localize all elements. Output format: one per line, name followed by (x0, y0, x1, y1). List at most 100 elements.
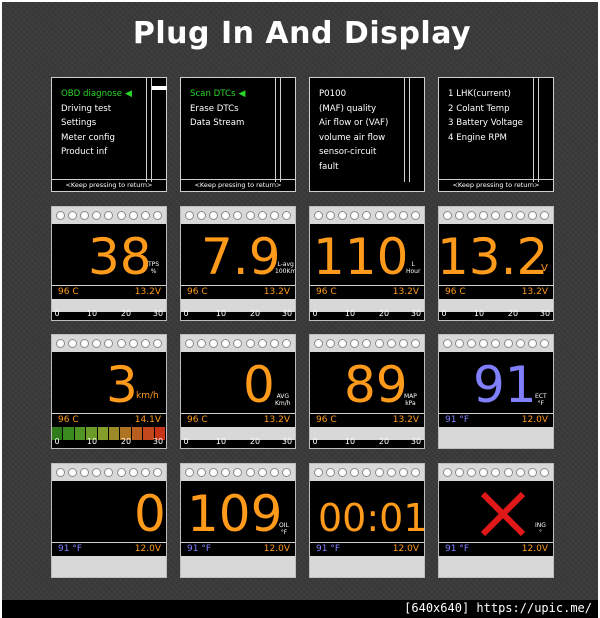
menu-item-rpm[interactable]: 4 Engine RPM (448, 131, 523, 146)
gauge-value: 109 (187, 485, 283, 543)
gauge-map: 89 MAP kPa 96 C 13.2V 0 10 20 30 (309, 334, 425, 449)
indicator-dot (55, 211, 65, 220)
indicator-dot (196, 339, 206, 348)
indicator-dot (467, 468, 477, 477)
gauge-value: 0 (243, 356, 275, 414)
menu-item-driving[interactable]: Driving test (61, 102, 132, 117)
indicator-dot (104, 468, 114, 477)
gauge-blank: 0 91 °F 12.0V (51, 463, 167, 578)
indicator-dot (338, 211, 348, 220)
indicator-dot (270, 211, 280, 220)
indicator-dot (374, 339, 384, 348)
indicator-dots (181, 464, 295, 481)
menu-item-battery[interactable]: 3 Battery Voltage (448, 116, 523, 131)
battery-voltage: 13.2V (263, 287, 290, 297)
indicator-dot (442, 211, 452, 220)
indicator-dot (386, 339, 396, 348)
indicator-dot (528, 339, 538, 348)
indicator-dots (310, 335, 424, 352)
menu-item-lhk[interactable]: 1 LHK(current) (448, 87, 523, 102)
indicator-dot (233, 211, 243, 220)
indicator-dot (245, 339, 255, 348)
indicator-dot (233, 468, 243, 477)
coolant-temp: 96 C (58, 415, 79, 425)
indicator-dots (310, 464, 424, 481)
coolant-temp: 96 C (187, 415, 208, 425)
battery-voltage: 13.2V (392, 287, 419, 297)
indicator-dot (325, 468, 335, 477)
battery-voltage: 12.0V (134, 544, 161, 554)
indicator-dot (245, 468, 255, 477)
page-title: Plug In And Display (132, 16, 472, 51)
indicator-dot (55, 339, 65, 348)
indicator-dot (338, 339, 348, 348)
coolant-temp: 96 C (445, 287, 466, 297)
menu-screen-dtc: P0100 (MAF) quality Air flow or (VAF) vo… (309, 77, 425, 192)
indicator-dot (184, 339, 194, 348)
indicator-dot (141, 339, 151, 348)
gauge-unit: AVG Km/h (275, 393, 291, 407)
menu-item-obd[interactable]: OBD diagnose ◀ (61, 87, 132, 102)
menu-item-meter[interactable]: Meter config (61, 131, 132, 146)
menu-screen-datastream: 1 LHK(current) 2 Colant Temp 3 Battery V… (438, 77, 554, 192)
indicator-dot (92, 211, 102, 220)
left-arrow-icon: ◀ (238, 89, 246, 99)
indicator-dot (92, 339, 102, 348)
indicator-dot (209, 211, 219, 220)
gauge-unit: ECT °F (535, 393, 547, 407)
indicator-dot (479, 339, 489, 348)
indicator-dot (411, 211, 421, 220)
indicator-dot (282, 339, 292, 348)
menu-item-datastream[interactable]: Data Stream (190, 116, 245, 131)
battery-voltage: 13.2V (521, 287, 548, 297)
indicator-dot (386, 468, 396, 477)
indicator-dot (479, 211, 489, 220)
menu-item-erase[interactable]: Erase DTCs (190, 102, 245, 117)
indicator-dot (80, 468, 90, 477)
gauge-tps: 38 TPS% 96 C 13.2V 0 10 20 30 (51, 206, 167, 321)
coolant-temp: 96 C (187, 287, 208, 297)
gauge-value: 7.9 (201, 228, 281, 286)
cross-icon (480, 491, 526, 537)
indicator-dot (257, 339, 267, 348)
indicator-dot (221, 211, 231, 220)
indicator-dot (411, 468, 421, 477)
menu-item-settings[interactable]: Settings (61, 116, 132, 131)
gauge-unit: V (541, 263, 548, 274)
menu-item-product[interactable]: Product inf (61, 145, 132, 160)
indicator-dots (52, 335, 166, 352)
gauge-ect: 91 ECT °F 91 °F 12.0V (438, 334, 554, 449)
indicator-dot (128, 211, 138, 220)
indicator-dot (503, 468, 513, 477)
indicator-dot (221, 468, 231, 477)
coolant-temp: 96 C (316, 415, 337, 425)
indicator-dots (52, 207, 166, 224)
indicator-dot (221, 339, 231, 348)
menu-item-scan[interactable]: Scan DTCs ◀ (190, 87, 245, 102)
indicator-dot (245, 211, 255, 220)
gauge-value: 3 (106, 356, 138, 414)
footer-text[interactable]: [640x640] https://upic.me/ (404, 601, 592, 615)
menu-item-coolant[interactable]: 2 Colant Temp (448, 102, 523, 117)
gauge-value: 38 (88, 228, 152, 286)
indicator-dot (540, 339, 550, 348)
coolant-temp: 96 C (316, 287, 337, 297)
indicator-dot (515, 211, 525, 220)
scale-row: 0 10 20 30 (441, 309, 551, 318)
gauge-speed: 3 km/h 96 C 14.1V 0 10 20 30 (51, 334, 167, 449)
indicator-dot (362, 211, 372, 220)
indicator-dot (374, 211, 384, 220)
indicator-dot (350, 339, 360, 348)
indicator-dot (491, 468, 501, 477)
indicator-dot (184, 468, 194, 477)
indicator-dot (362, 468, 372, 477)
indicator-dot (80, 339, 90, 348)
gauge-fuel-avg: 7.9 L-avg 100Km 96 C 13.2V 0 10 20 30 (180, 206, 296, 321)
indicator-dot (467, 339, 477, 348)
indicator-dot (540, 211, 550, 220)
battery-voltage: 13.2V (134, 287, 161, 297)
indicator-dot (454, 468, 464, 477)
indicator-dot (196, 468, 206, 477)
indicator-dot (528, 211, 538, 220)
indicator-dot (67, 468, 77, 477)
